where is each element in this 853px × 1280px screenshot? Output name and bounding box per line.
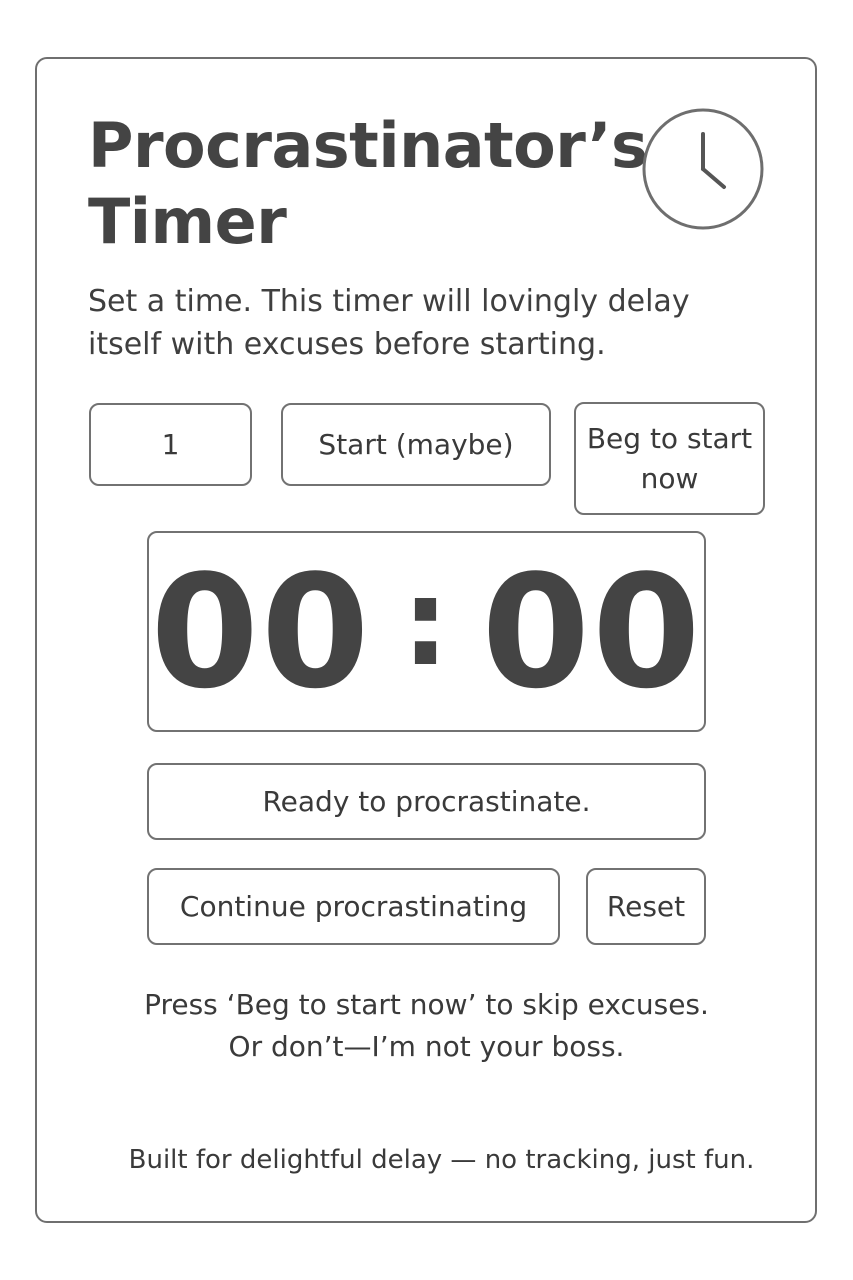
hint-line-2: Or don’t—I’m not your boss. (228, 1030, 625, 1063)
hint-text: Press ‘Beg to start now’ to skip excuses… (60, 984, 793, 1068)
timer-display: 00 : 00 (147, 531, 706, 732)
minutes-input[interactable] (89, 403, 252, 486)
status-message: Ready to procrastinate. (147, 763, 706, 840)
timer-separator: : (401, 554, 452, 693)
footer-text: Built for delightful delay — no tracking… (128, 1145, 755, 1175)
timer-seconds: 00 (481, 540, 703, 723)
reset-button[interactable]: Reset (586, 868, 706, 945)
timer-minutes: 00 (150, 540, 372, 723)
beg-to-start-now-button[interactable]: Beg to start now (574, 402, 765, 515)
continue-procrastinating-button[interactable]: Continue procrastinating (147, 868, 560, 945)
clock-icon (642, 108, 764, 230)
hint-line-1: Press ‘Beg to start now’ to skip excuses… (144, 988, 709, 1021)
start-button[interactable]: Start (maybe) (281, 403, 551, 486)
page-subtitle: Set a time. This timer will lovingly del… (88, 284, 690, 362)
page-title: Procrastinator’s Timer (88, 109, 648, 258)
